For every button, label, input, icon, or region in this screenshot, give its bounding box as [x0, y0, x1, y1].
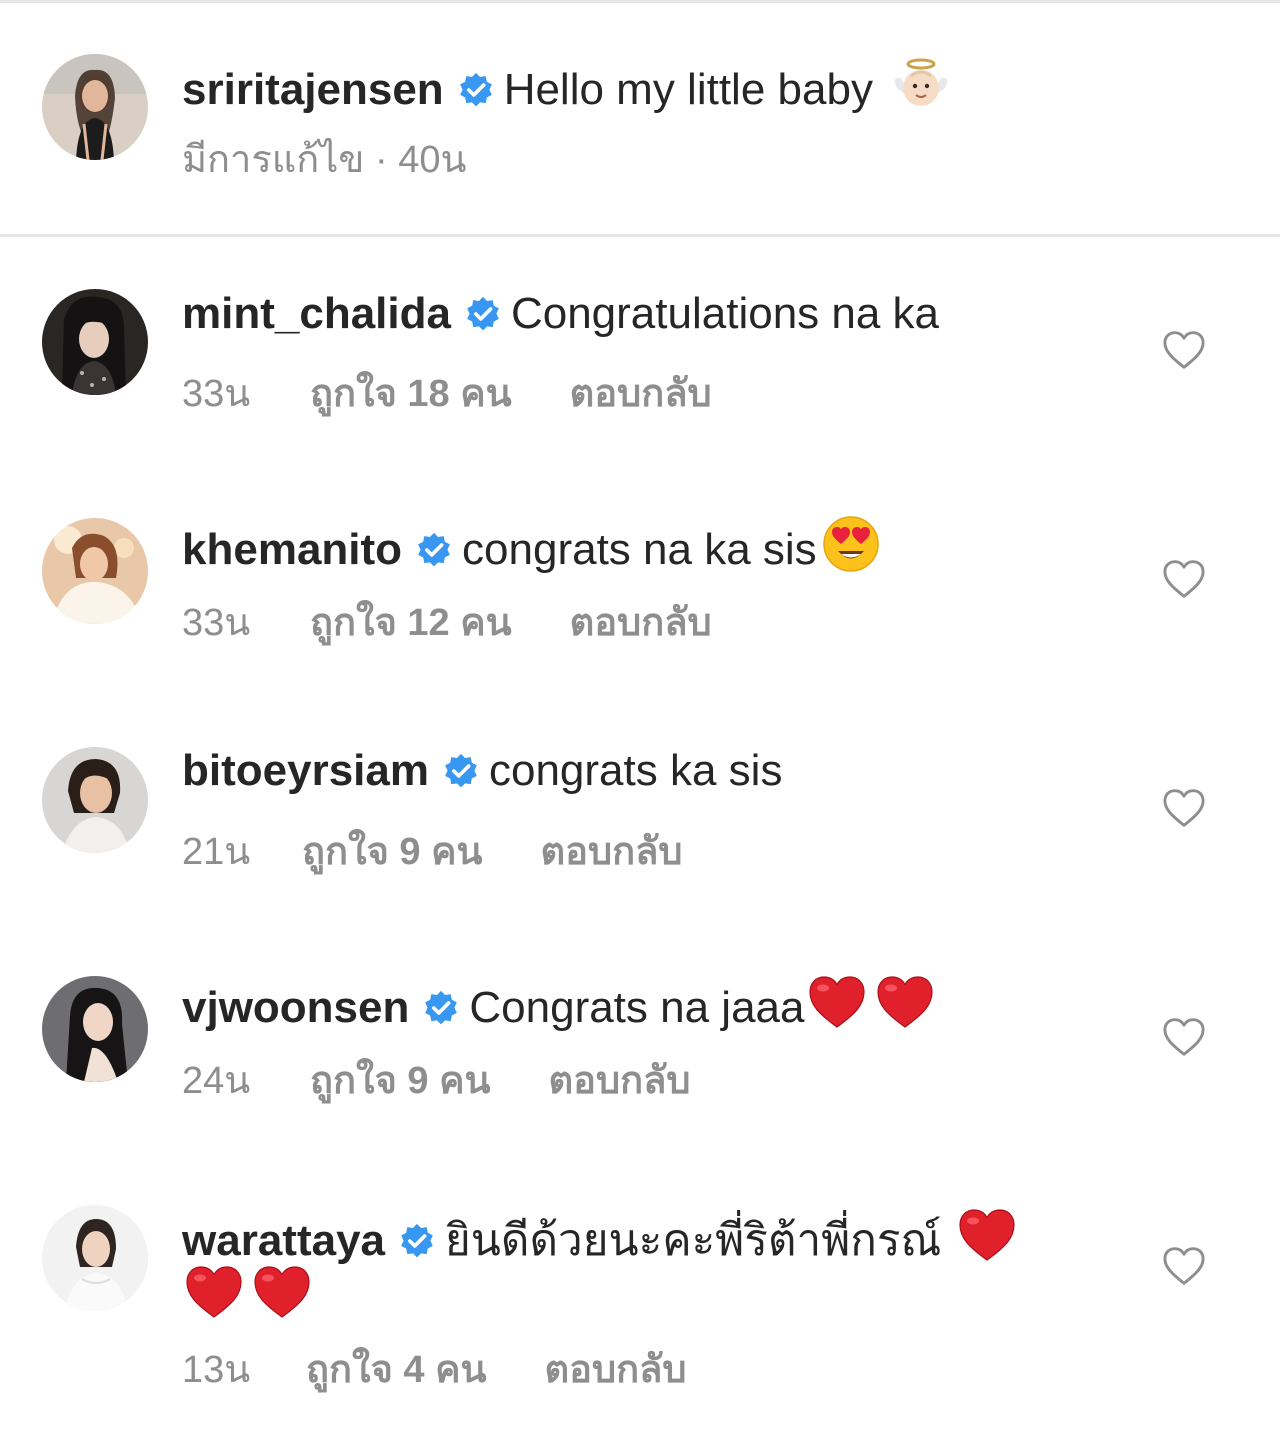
avatar-khemanito[interactable]: [42, 518, 148, 624]
caption-divider: [0, 234, 1280, 237]
avatar-sriritajensen[interactable]: [42, 54, 148, 160]
heart-eyes-emoji: [821, 514, 881, 574]
comment-username[interactable]: khemanito: [182, 525, 402, 574]
caption-time: 40น: [398, 139, 467, 181]
like-heart-icon[interactable]: [1162, 1017, 1206, 1057]
avatar-bitoeyrsiam[interactable]: [42, 747, 148, 853]
comment-text: Congratulations na ka: [510, 289, 940, 338]
comment-line: warattaya ยินดีด้วยนะคะพี่ริต้าพี่กรณ์: [182, 1205, 1017, 1269]
red-heart-emoji: [252, 1262, 312, 1322]
meta-separator: ·: [364, 139, 399, 181]
comment-likes[interactable]: ถูกใจ 12 คน: [310, 599, 512, 647]
username-sriritajensen[interactable]: sriritajensen: [182, 65, 444, 114]
reply-button[interactable]: ตอบกลับ: [570, 370, 712, 418]
comment-text: congrats ka sis: [488, 746, 783, 795]
red-heart-emoji: [184, 1262, 244, 1322]
reply-button[interactable]: ตอบกลับ: [570, 599, 712, 647]
like-heart-icon[interactable]: [1162, 1246, 1206, 1286]
red-heart-emoji: [807, 972, 867, 1032]
comment-text: Congrats na jaaa: [469, 983, 805, 1032]
top-divider: [0, 0, 1280, 3]
reply-button[interactable]: ตอบกลับ: [540, 828, 682, 876]
comment-likes[interactable]: ถูกใจ 4 คน: [306, 1346, 486, 1394]
verified-badge-icon: [399, 1223, 435, 1259]
comment-likes[interactable]: ถูกใจ 9 คน: [310, 1057, 490, 1105]
like-heart-icon[interactable]: [1162, 330, 1206, 370]
avatar-mint-chalida[interactable]: [42, 289, 148, 395]
comment-line: mint_chalida Congratulations na ka: [182, 286, 939, 342]
comment-line: khemanito congrats na ka sis: [182, 514, 881, 578]
comment-meta: 24น ถูกใจ 9 คน ตอบกลับ: [182, 1057, 691, 1105]
comment-time: 24น: [182, 1060, 251, 1102]
comment-time: 13น: [182, 1349, 251, 1391]
like-heart-icon[interactable]: [1162, 788, 1206, 828]
verified-badge-icon: [416, 532, 452, 568]
comment-line: bitoeyrsiam congrats ka sis: [182, 743, 782, 799]
caption-meta: มีการแก้ไข · 40น: [182, 136, 466, 184]
angel-baby-emoji: [891, 54, 951, 114]
like-heart-icon[interactable]: [1162, 559, 1206, 599]
comment-time: 33น: [182, 373, 251, 415]
verified-badge-icon: [465, 296, 501, 332]
caption-line: sriritajensen Hello my little baby: [182, 54, 951, 118]
red-heart-emoji: [875, 972, 935, 1032]
red-heart-emoji: [957, 1205, 1017, 1265]
comment-time: 33น: [182, 602, 251, 644]
comment-time: 21น: [182, 831, 251, 873]
comment-meta: 21น ถูกใจ 9 คน ตอบกลับ: [182, 828, 683, 876]
verified-badge-icon: [458, 72, 494, 108]
verified-badge-icon: [443, 753, 479, 789]
verified-badge-icon: [423, 990, 459, 1026]
comment-username[interactable]: mint_chalida: [182, 289, 451, 338]
comment-meta: 13น ถูกใจ 4 คน ตอบกลับ: [182, 1346, 687, 1394]
avatar-vjwoonsen[interactable]: [42, 976, 148, 1082]
reply-button[interactable]: ตอบกลับ: [544, 1346, 686, 1394]
comment-likes[interactable]: ถูกใจ 18 คน: [310, 370, 512, 418]
edited-label: มีการแก้ไข: [182, 139, 365, 181]
comment-username[interactable]: warattaya: [182, 1216, 385, 1265]
comment-meta: 33น ถูกใจ 12 คน ตอบกลับ: [182, 599, 712, 647]
comment-meta: 33น ถูกใจ 18 คน ตอบกลับ: [182, 370, 712, 418]
comment-text: ยินดีด้วยนะคะพี่ริต้าพี่กรณ์: [445, 1216, 942, 1265]
comment-line: vjwoonsen Congrats na jaaa: [182, 972, 935, 1036]
reply-button[interactable]: ตอบกลับ: [548, 1057, 690, 1105]
comment-username[interactable]: vjwoonsen: [182, 983, 409, 1032]
avatar-warattaya[interactable]: [42, 1205, 148, 1311]
comment-text: congrats na ka sis: [462, 525, 817, 574]
comment-username[interactable]: bitoeyrsiam: [182, 746, 429, 795]
comment-likes[interactable]: ถูกใจ 9 คน: [302, 828, 482, 876]
comment-line-continued: [182, 1262, 312, 1326]
caption-text: Hello my little baby: [503, 65, 873, 114]
